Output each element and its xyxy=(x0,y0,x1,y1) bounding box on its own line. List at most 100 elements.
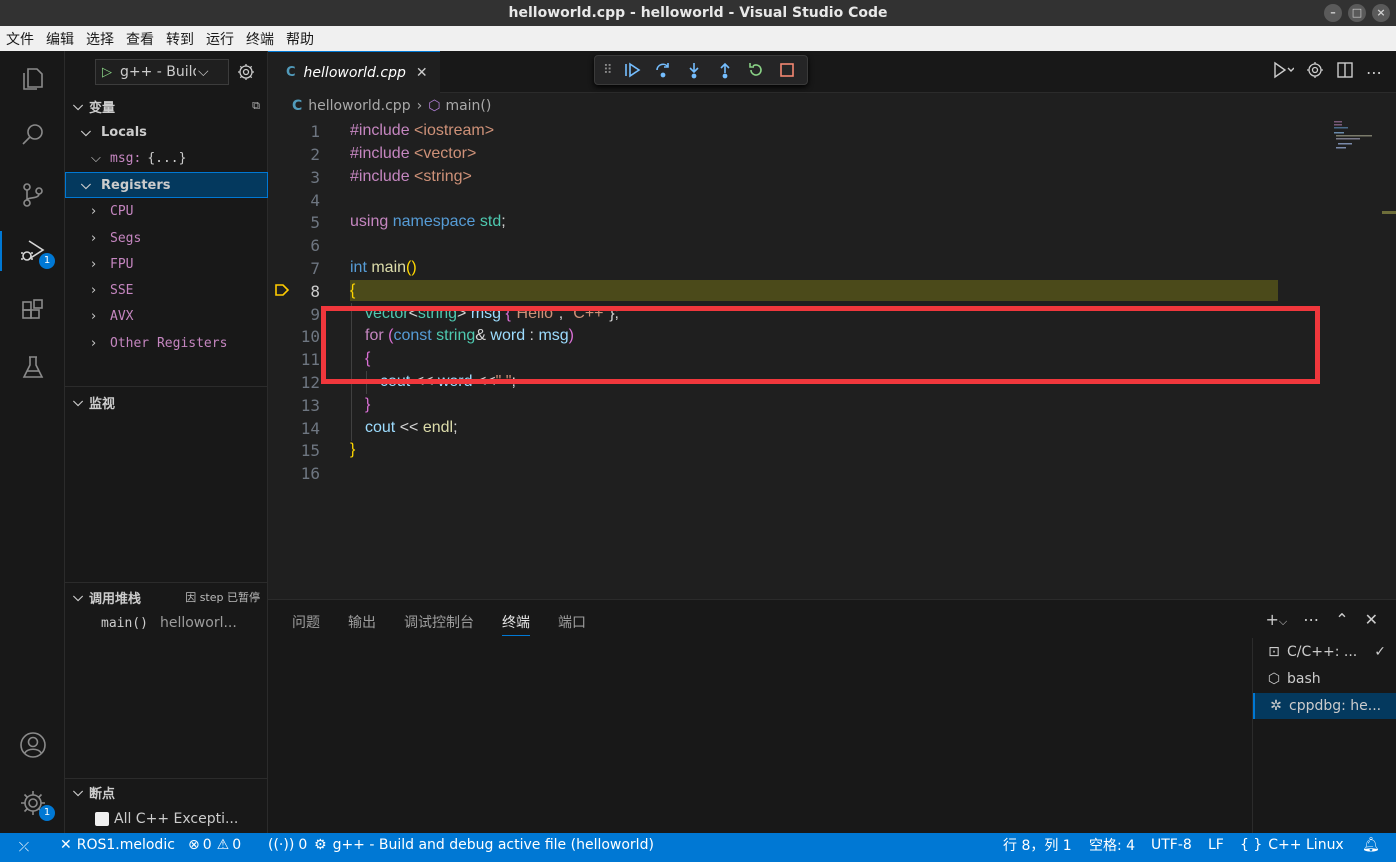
extensions-icon[interactable] xyxy=(0,287,65,335)
run-config-dropdown[interactable]: ▷ g++ - Build and debug active file ⌵ xyxy=(95,59,229,85)
split-editor-icon[interactable] xyxy=(1336,61,1354,83)
manage-gear-icon[interactable]: 1 xyxy=(0,779,65,827)
status-eol[interactable]: LF xyxy=(1208,833,1224,857)
tab-output[interactable]: 输出 xyxy=(348,612,376,636)
status-problems[interactable]: ⊗ 0 ⚠ 0 xyxy=(188,833,241,857)
register-group-segs[interactable]: › Segs xyxy=(65,225,268,251)
variable-msg[interactable]: ⌵ msg: {...} xyxy=(65,145,268,171)
step-out-icon[interactable] xyxy=(710,57,741,83)
notifications-bell-icon[interactable]: 🔔︎ xyxy=(1362,833,1380,857)
menu-selection[interactable]: 选择 xyxy=(86,29,114,49)
testing-icon[interactable] xyxy=(0,343,65,391)
divider xyxy=(65,386,268,387)
more-actions-icon[interactable]: ⋯ xyxy=(1366,63,1382,82)
tab-helloworld-cpp[interactable]: C helloworld.cpp ✕ xyxy=(268,51,440,93)
line-number: 3 xyxy=(310,168,320,187)
chevron-down-icon: ⌵ xyxy=(91,150,101,166)
restart-icon[interactable] xyxy=(741,57,772,83)
register-group-cpu[interactable]: › CPU xyxy=(65,198,268,224)
debug-sidebar: ▷ g++ - Build and debug active file ⌵ ⌵ … xyxy=(65,51,268,833)
tab-problems[interactable]: 问题 xyxy=(292,612,320,636)
stack-frame[interactable]: main() helloworl... xyxy=(65,610,268,636)
minimap[interactable] xyxy=(1332,119,1378,159)
breakpoint-item[interactable]: All C++ Excepti... xyxy=(65,806,268,832)
stack-frame-file: helloworl... xyxy=(159,615,237,631)
vertical-scrollbar[interactable] xyxy=(1382,93,1396,599)
menu-edit[interactable]: 编辑 xyxy=(46,29,74,49)
collapse-all-icon[interactable]: ⧉ xyxy=(252,99,260,113)
run-debug-file-icon[interactable] xyxy=(1270,61,1295,83)
terminal-item-cppdbg[interactable]: ✲ cppdbg: he... xyxy=(1253,693,1396,719)
register-group-sse[interactable]: › SSE xyxy=(65,277,268,303)
run-config-label: g++ - Build and debug active file xyxy=(120,64,196,80)
line-number: 6 xyxy=(310,236,320,255)
stop-icon[interactable] xyxy=(772,57,803,83)
close-window-button[interactable]: × xyxy=(1372,4,1390,22)
explorer-icon[interactable] xyxy=(0,55,65,103)
status-encoding[interactable]: UTF-8 xyxy=(1151,833,1192,857)
variables-section-header[interactable]: ⌵ 变量 ⧉ xyxy=(65,94,268,118)
new-terminal-icon[interactable]: +⌵ xyxy=(1265,610,1287,629)
registers-scope[interactable]: ⌵ Registers xyxy=(65,172,268,198)
more-actions-icon[interactable]: ⋯ xyxy=(1303,610,1319,629)
status-os[interactable]: Linux xyxy=(1306,833,1344,857)
panel-tabs: 问题 输出 调试控制台 终端 端口 xyxy=(292,612,614,636)
start-debugging-icon[interactable]: ▷ xyxy=(102,65,112,80)
maximize-button[interactable]: □ xyxy=(1348,4,1366,22)
close-icon[interactable]: ✕ xyxy=(416,65,428,81)
status-language[interactable]: { } C++ xyxy=(1240,833,1302,857)
continue-icon[interactable] xyxy=(617,57,648,83)
tab-ports[interactable]: 端口 xyxy=(558,612,586,636)
locals-scope[interactable]: ⌵ Locals xyxy=(65,119,268,145)
manage-badge: 1 xyxy=(39,805,55,821)
search-icon[interactable] xyxy=(0,111,65,159)
close-panel-icon[interactable]: ✕ xyxy=(1365,610,1378,629)
status-cursor-position[interactable]: 行 8，列 1 xyxy=(1003,833,1072,857)
account-icon[interactable] xyxy=(0,721,65,769)
token: #include xyxy=(350,145,410,162)
ros-icon: ✕ xyxy=(60,837,72,853)
run-debug-icon[interactable]: 1 xyxy=(0,227,65,275)
terminal-item-bash[interactable]: ⬡ bash xyxy=(1253,666,1396,692)
gear-icon[interactable] xyxy=(237,63,255,85)
source-control-icon[interactable] xyxy=(0,171,65,219)
remote-indicator-icon[interactable]: ⤫ xyxy=(0,833,48,862)
variables-title: 变量 xyxy=(89,100,116,116)
registers-label: Registers xyxy=(101,177,171,193)
terminal-item-task[interactable]: ⊡ C/C++: ... ✓ xyxy=(1253,639,1396,665)
status-ros[interactable]: ✕ ROS1.melodic xyxy=(60,833,175,857)
settings-gear-icon[interactable] xyxy=(1306,61,1324,83)
register-group-other[interactable]: › Other Registers xyxy=(65,330,268,356)
register-group-fpu[interactable]: › FPU xyxy=(65,251,268,277)
step-over-icon[interactable] xyxy=(648,57,679,83)
tab-terminal[interactable]: 终端 xyxy=(502,612,530,636)
maximize-panel-icon[interactable]: ⌃ xyxy=(1335,610,1348,629)
window-title: helloworld.cpp - helloworld - Visual Stu… xyxy=(508,5,888,21)
breadcrumb-symbol[interactable]: main() xyxy=(445,98,491,114)
breadcrumb-file[interactable]: helloworld.cpp xyxy=(308,98,410,114)
menu-run[interactable]: 运行 xyxy=(206,29,234,49)
menu-file[interactable]: 文件 xyxy=(6,29,34,49)
debug-toolbar: ⠿ xyxy=(594,55,808,85)
menu-go[interactable]: 转到 xyxy=(166,29,194,49)
window-titlebar: helloworld.cpp - helloworld - Visual Stu… xyxy=(0,0,1396,26)
token: #include xyxy=(350,122,410,139)
status-ports[interactable]: ((·)) 0 xyxy=(268,833,307,857)
watch-section-header[interactable]: ⌵ 监视 xyxy=(65,390,268,414)
menu-help[interactable]: 帮助 xyxy=(286,29,314,49)
code-line: #include <vector> xyxy=(350,143,476,165)
status-debug-target[interactable]: ⚙ g++ - Build and debug active file (hel… xyxy=(314,833,654,857)
register-group-avx[interactable]: › AVX xyxy=(65,303,268,329)
drag-handle-icon[interactable]: ⠿ xyxy=(603,63,613,78)
breakpoints-section-header[interactable]: ⌵ 断点 xyxy=(65,780,268,804)
minimize-button[interactable]: – xyxy=(1324,4,1342,22)
status-indentation[interactable]: 空格: 4 xyxy=(1089,833,1135,857)
menu-view[interactable]: 查看 xyxy=(126,29,154,49)
callstack-section-header[interactable]: ⌵ 调用堆栈 因 step 已暂停 xyxy=(65,585,268,609)
breakpoint-checkbox[interactable] xyxy=(95,812,109,826)
menu-terminal[interactable]: 终端 xyxy=(246,29,274,49)
tab-debug-console[interactable]: 调试控制台 xyxy=(404,612,474,636)
terminal-list: ⊡ C/C++: ... ✓ ⬡ bash ✲ cppdbg: he... xyxy=(1252,638,1396,834)
token: <vector> xyxy=(409,145,477,162)
step-into-icon[interactable] xyxy=(679,57,710,83)
